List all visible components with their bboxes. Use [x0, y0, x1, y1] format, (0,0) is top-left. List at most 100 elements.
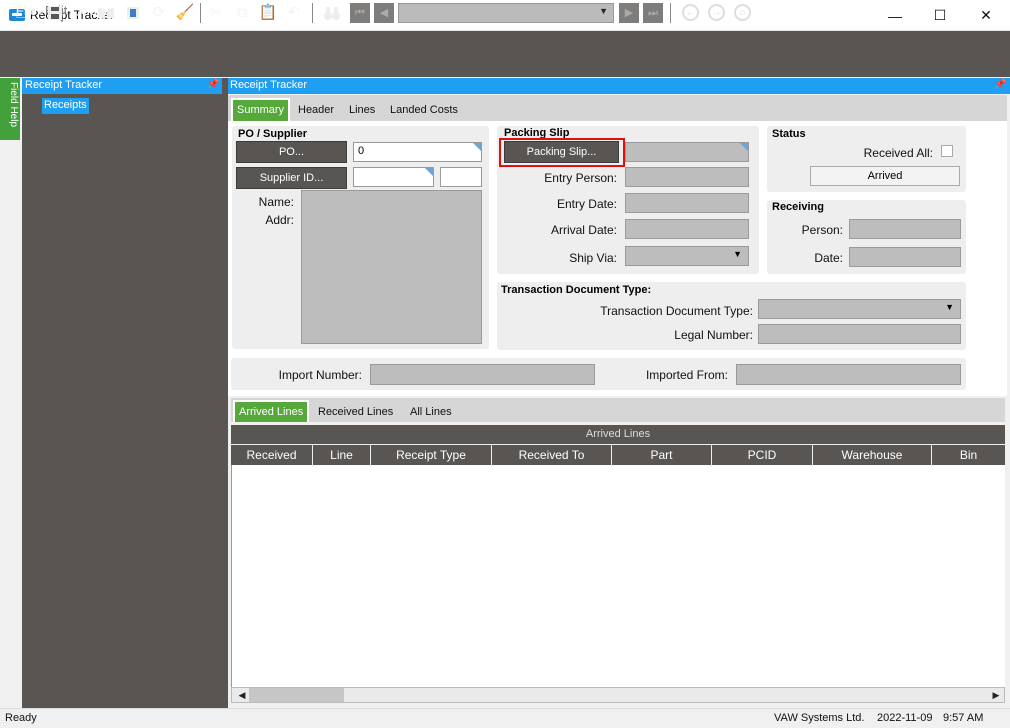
copy-icon[interactable]: ⧉	[232, 3, 252, 23]
main-panel-header	[228, 78, 1010, 94]
save-icon[interactable]	[45, 3, 65, 23]
receiving-person-field	[849, 219, 961, 239]
tab-summary[interactable]: Summary	[231, 98, 291, 121]
scroll-left-icon[interactable]: ◀	[235, 688, 249, 702]
column-header-part[interactable]: Part	[612, 445, 712, 465]
po-number-field[interactable]: 0	[353, 142, 482, 162]
received-all-label: Received All:	[863, 146, 933, 160]
binoculars-icon[interactable]	[322, 3, 342, 23]
supplier-address-field	[301, 190, 482, 344]
back-icon[interactable]: ←	[682, 4, 699, 21]
chevron-down-icon: ▼	[599, 6, 608, 16]
legal-number-field	[758, 324, 961, 344]
cut-icon[interactable]: ✂	[206, 3, 226, 23]
legal-number-label: Legal Number:	[674, 328, 753, 342]
forward-icon[interactable]: →	[708, 4, 725, 21]
status-title: Status	[772, 128, 806, 140]
tab-received-lines[interactable]: Received Lines	[318, 406, 393, 418]
menu-bar	[0, 31, 1010, 51]
last-record-icon: ⏭	[643, 3, 663, 23]
grid-title: Arrived Lines	[585, 428, 651, 440]
import-number-label: Import Number:	[278, 368, 362, 382]
delete-icon[interactable]: ✕	[71, 3, 91, 23]
pin-icon[interactable]: 📌	[994, 79, 1006, 90]
clear-icon[interactable]: 🧹	[175, 3, 195, 23]
chevron-down-icon: ▼	[945, 302, 954, 312]
toolbar-separator	[200, 3, 201, 23]
scroll-right-icon[interactable]: ▶	[989, 688, 1003, 702]
tab-header[interactable]: Header	[298, 104, 334, 116]
status-time: 9:57 AM	[943, 712, 984, 724]
horizontal-scrollbar[interactable]	[231, 687, 1005, 703]
toolbar	[0, 51, 1010, 77]
tree-item-receipts[interactable]: Receipts	[42, 98, 89, 114]
close-button[interactable]: ✕	[963, 0, 1009, 31]
grid-body[interactable]	[231, 465, 1005, 687]
ship-via-select[interactable]: ▼	[625, 246, 749, 266]
company-name: VAW Systems Ltd.	[774, 712, 865, 724]
supplier-id-field[interactable]	[353, 167, 434, 187]
tree-panel-title: Receipt Tracker	[25, 79, 103, 91]
field-help-label: Field Help	[8, 82, 19, 128]
refresh-icon[interactable]: ⟳	[149, 3, 169, 23]
status-date: 2022-11-09	[877, 712, 933, 724]
column-header-pcid[interactable]: PCID	[712, 445, 813, 465]
arrived-button[interactable]: Arrived	[810, 166, 960, 186]
tab-all-lines[interactable]: All Lines	[410, 406, 452, 418]
home-icon[interactable]: ⌂	[734, 4, 751, 21]
entry-person-label: Entry Person:	[544, 171, 617, 185]
first-record-icon: ⏮	[350, 3, 370, 23]
supplier-id-button[interactable]: Supplier ID...	[236, 167, 347, 189]
highlight-box	[499, 138, 625, 167]
tab-lines[interactable]: Lines	[349, 104, 375, 116]
arrival-date-field[interactable]	[625, 219, 749, 239]
received-all-checkbox[interactable]	[941, 145, 953, 157]
column-header-received-to[interactable]: Received To	[492, 445, 612, 465]
undo-icon[interactable]: ↶	[284, 3, 304, 23]
transaction-doc-type-label: Transaction Document Type:	[600, 304, 753, 318]
column-header-line[interactable]: Line	[313, 445, 371, 465]
column-header-received[interactable]: Received	[231, 445, 313, 465]
tab-landed-costs[interactable]: Landed Costs	[390, 104, 458, 116]
po-supplier-title: PO / Supplier	[238, 128, 308, 140]
minimize-button[interactable]: —	[872, 0, 918, 31]
toolbar-separator	[670, 3, 671, 23]
status-text: Ready	[5, 712, 37, 724]
receiving-person-label: Person:	[801, 223, 843, 237]
receiving-title: Receiving	[772, 201, 824, 213]
book-icon[interactable]	[96, 3, 116, 23]
column-header-warehouse[interactable]: Warehouse	[813, 445, 932, 465]
tree-panel	[22, 78, 222, 708]
column-header-bin[interactable]: Bin	[932, 445, 1005, 465]
maximize-button[interactable]: ☐	[917, 0, 963, 31]
pin-icon[interactable]: 📌	[207, 79, 219, 90]
attach-icon[interactable]	[123, 3, 143, 23]
receiving-date-field	[849, 247, 961, 267]
previous-record-icon: ◀	[374, 3, 394, 23]
imported-from-field	[736, 364, 961, 385]
column-header-receipt-type[interactable]: Receipt Type	[371, 445, 492, 465]
po-button[interactable]: PO...	[236, 141, 347, 163]
scrollbar-thumb[interactable]	[249, 688, 344, 702]
addr-label: Addr:	[265, 213, 294, 227]
entry-date-label: Entry Date:	[556, 197, 617, 211]
toolbar-separator	[312, 3, 313, 23]
entry-person-field	[625, 167, 749, 187]
supplier-extra-field[interactable]	[440, 167, 482, 187]
transaction-doc-type-select[interactable]: ▼	[758, 299, 961, 319]
arrival-date-label: Arrival Date:	[550, 223, 617, 237]
chevron-down-icon: ▼	[733, 249, 742, 259]
import-number-field	[370, 364, 595, 385]
paste-icon[interactable]: 📋	[258, 3, 278, 23]
transaction-title: Transaction Document Type:	[501, 284, 652, 296]
name-label: Name:	[258, 195, 294, 209]
next-record-icon: ▶	[619, 3, 639, 23]
packing-slip-field[interactable]	[625, 142, 749, 162]
new-icon[interactable]: 🗋	[12, 3, 32, 23]
main-panel-title: Receipt Tracker	[230, 79, 308, 91]
record-select[interactable]: ▼	[398, 3, 614, 23]
tab-arrived-lines[interactable]: Arrived Lines	[233, 400, 310, 422]
imported-from-label: Imported From:	[645, 368, 728, 382]
tab-bar	[228, 95, 1007, 121]
ship-via-label: Ship Via:	[569, 251, 617, 265]
